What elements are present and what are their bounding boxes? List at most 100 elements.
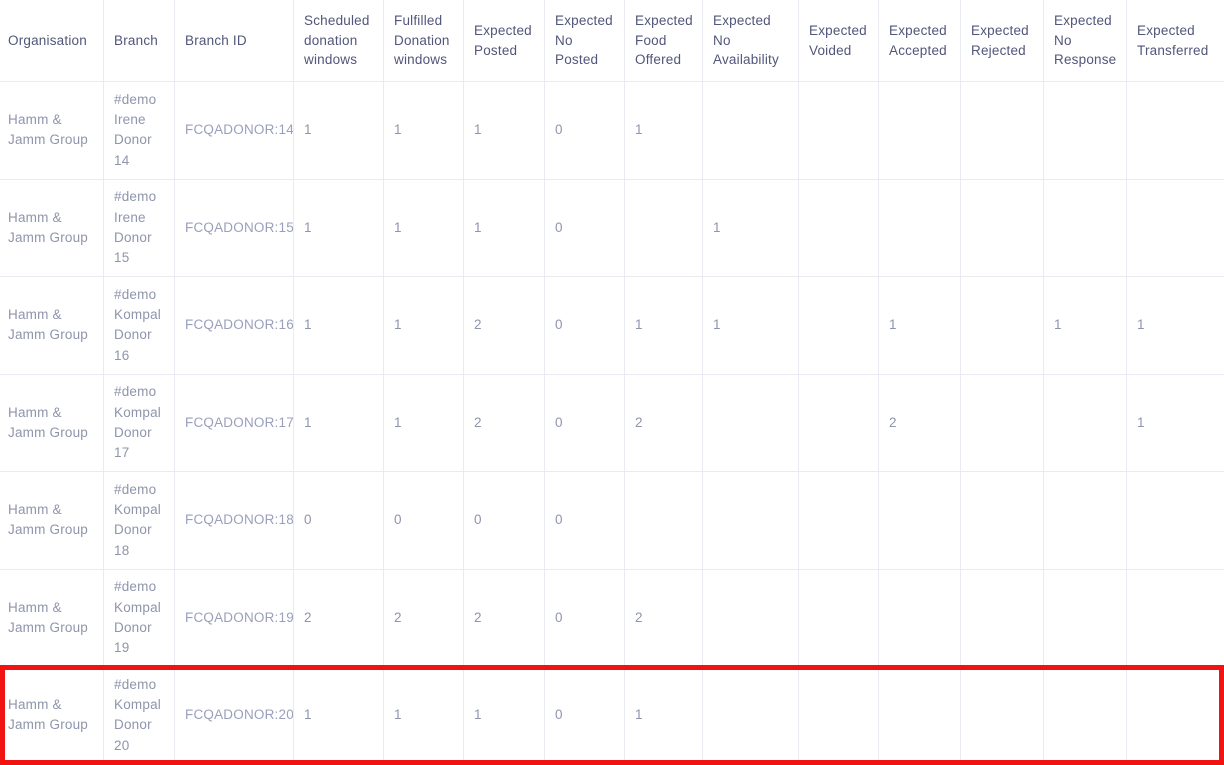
cell-expected-no-posted: 0 [545,180,625,278]
cell-expected-voided [799,570,879,668]
cell-expected-accepted: 1 [879,277,961,375]
cell-expected-no-availability: 1 [703,180,799,278]
table-row[interactable]: Hamm & Jamm Group#demo Kompal Donor 20FC… [0,667,1224,765]
column-header-branch: Branch [104,0,175,82]
cell-branch-id: FCQADONOR:19 [175,570,294,668]
cell-expected-rejected [961,570,1044,668]
cell-organisation: Hamm & Jamm Group [0,277,104,375]
cell-fulfilled-donation-windows: 1 [384,82,464,180]
column-header-organisation: Organisation [0,0,104,82]
column-header-expected-no-availability: Expected No Availability [703,0,799,82]
table-row[interactable]: Hamm & Jamm Group#demo Kompal Donor 19FC… [0,570,1224,668]
cell-expected-no-availability [703,472,799,570]
cell-expected-posted: 2 [464,277,545,375]
cell-expected-no-posted: 0 [545,570,625,668]
cell-expected-transferred [1127,667,1224,765]
cell-expected-no-availability: 1 [703,277,799,375]
cell-expected-posted: 1 [464,667,545,765]
cell-expected-food-offered: 1 [625,82,703,180]
cell-expected-no-response [1044,180,1127,278]
cell-expected-no-availability [703,375,799,473]
donation-report-table: OrganisationBranchBranch IDScheduled don… [0,0,1224,765]
column-header-expected-food-offered: Expected Food Offered [625,0,703,82]
cell-expected-accepted: 2 [879,375,961,473]
cell-expected-transferred: 1 [1127,375,1224,473]
cell-fulfilled-donation-windows: 0 [384,472,464,570]
table-row[interactable]: Hamm & Jamm Group#demo Irene Donor 15FCQ… [0,180,1224,278]
cell-expected-no-posted: 0 [545,82,625,180]
cell-expected-no-posted: 0 [545,277,625,375]
column-header-expected-accepted: Expected Accepted [879,0,961,82]
cell-expected-rejected [961,277,1044,375]
cell-expected-rejected [961,667,1044,765]
cell-expected-transferred [1127,472,1224,570]
column-header-expected-no-response: Expected No Response [1044,0,1127,82]
cell-fulfilled-donation-windows: 1 [384,375,464,473]
cell-expected-no-availability [703,82,799,180]
cell-branch: #demo Kompal Donor 18 [104,472,175,570]
cell-scheduled-donation-windows: 2 [294,570,384,668]
report-page: OrganisationBranchBranch IDScheduled don… [0,0,1224,765]
cell-expected-no-response [1044,570,1127,668]
cell-branch: #demo Kompal Donor 19 [104,570,175,668]
table-row[interactable]: Hamm & Jamm Group#demo Irene Donor 14FCQ… [0,82,1224,180]
cell-scheduled-donation-windows: 1 [294,277,384,375]
cell-expected-transferred [1127,570,1224,668]
cell-branch-id: FCQADONOR:17 [175,375,294,473]
cell-branch: #demo Irene Donor 15 [104,180,175,278]
table-row[interactable]: Hamm & Jamm Group#demo Kompal Donor 16FC… [0,277,1224,375]
cell-expected-voided [799,82,879,180]
cell-expected-accepted [879,180,961,278]
table-row[interactable]: Hamm & Jamm Group#demo Kompal Donor 18FC… [0,472,1224,570]
cell-expected-food-offered: 1 [625,667,703,765]
cell-expected-food-offered [625,472,703,570]
cell-expected-no-response: 1 [1044,277,1127,375]
cell-scheduled-donation-windows: 1 [294,180,384,278]
cell-organisation: Hamm & Jamm Group [0,472,104,570]
cell-branch-id: FCQADONOR:16 [175,277,294,375]
cell-branch: #demo Kompal Donor 20 [104,667,175,765]
cell-expected-food-offered [625,180,703,278]
column-header-branch-id: Branch ID [175,0,294,82]
cell-expected-rejected [961,180,1044,278]
cell-expected-posted: 0 [464,472,545,570]
cell-branch: #demo Irene Donor 14 [104,82,175,180]
cell-organisation: Hamm & Jamm Group [0,667,104,765]
cell-fulfilled-donation-windows: 1 [384,277,464,375]
cell-organisation: Hamm & Jamm Group [0,570,104,668]
cell-fulfilled-donation-windows: 1 [384,667,464,765]
cell-branch-id: FCQADONOR:14 [175,82,294,180]
column-header-expected-transferred: Expected Transferred [1127,0,1224,82]
table-row[interactable]: Hamm & Jamm Group#demo Kompal Donor 17FC… [0,375,1224,473]
cell-expected-transferred [1127,82,1224,180]
cell-expected-food-offered: 1 [625,277,703,375]
cell-expected-transferred: 1 [1127,277,1224,375]
cell-fulfilled-donation-windows: 1 [384,180,464,278]
cell-expected-voided [799,375,879,473]
column-header-scheduled-donation-windows: Scheduled donation windows [294,0,384,82]
cell-expected-accepted [879,472,961,570]
cell-expected-rejected [961,472,1044,570]
cell-expected-accepted [879,82,961,180]
cell-branch: #demo Kompal Donor 17 [104,375,175,473]
cell-organisation: Hamm & Jamm Group [0,82,104,180]
cell-expected-food-offered: 2 [625,375,703,473]
column-header-expected-no-posted: Expected No Posted [545,0,625,82]
cell-expected-no-response [1044,667,1127,765]
cell-expected-voided [799,472,879,570]
cell-expected-posted: 1 [464,82,545,180]
cell-expected-accepted [879,570,961,668]
cell-expected-no-posted: 0 [545,472,625,570]
column-header-fulfilled-donation-windows: Fulfilled Donation windows [384,0,464,82]
column-header-expected-posted: Expected Posted [464,0,545,82]
cell-organisation: Hamm & Jamm Group [0,180,104,278]
cell-organisation: Hamm & Jamm Group [0,375,104,473]
cell-scheduled-donation-windows: 1 [294,667,384,765]
cell-expected-voided [799,667,879,765]
cell-expected-no-response [1044,472,1127,570]
cell-expected-food-offered: 2 [625,570,703,668]
cell-expected-transferred [1127,180,1224,278]
column-header-expected-voided: Expected Voided [799,0,879,82]
cell-branch-id: FCQADONOR:20 [175,667,294,765]
cell-expected-posted: 1 [464,180,545,278]
